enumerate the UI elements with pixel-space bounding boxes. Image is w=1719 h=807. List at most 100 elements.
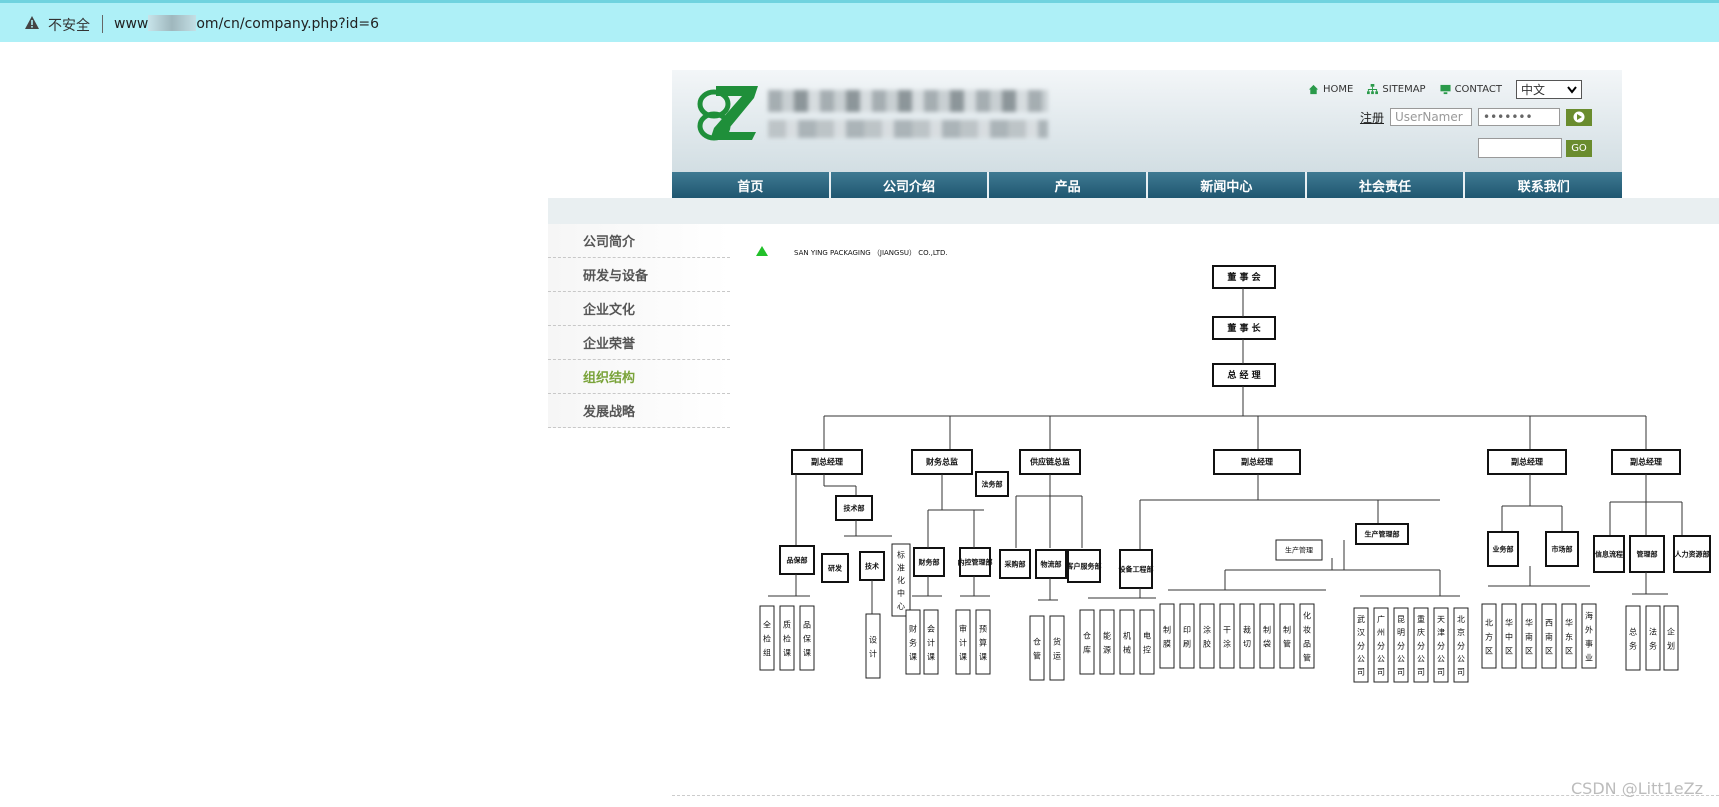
org-leaf-char: 裁 [1243, 625, 1251, 635]
org-leaf-char: 京 [1457, 627, 1465, 637]
org-leaf-char: 司 [1357, 668, 1365, 677]
org-box-label: 信息流程 [1595, 549, 1623, 558]
org-leaf-char: 组 [763, 648, 771, 658]
main-nav: 首页 公司介绍 产品 新闻中心 社会责任 联系我们 [672, 172, 1623, 198]
org-leaf-char: 区 [1545, 647, 1553, 656]
org-leaf-box [1663, 605, 1679, 671]
triangle-icon [756, 246, 768, 256]
org-leaf-char: 保 [803, 634, 811, 644]
org-leaf-char: 标 [897, 550, 905, 560]
org-leaf-char: 胶 [1203, 639, 1211, 649]
org-leaf-char: 课 [979, 653, 987, 662]
sidebar-item-profile[interactable]: 公司简介 [548, 224, 730, 258]
org-leaf-char: 武 [1357, 614, 1365, 624]
language-select[interactable]: 中文 [1516, 80, 1582, 99]
org-leaf-char: 业 [1585, 653, 1593, 663]
org-leaf-char: 品 [1303, 640, 1311, 649]
nav-contact[interactable]: 联系我们 [1465, 172, 1623, 198]
org-leaf-char: 公 [1457, 655, 1465, 664]
contact-link[interactable]: CONTACT [1440, 84, 1502, 95]
nav-home[interactable]: 首页 [672, 172, 831, 198]
org-leaf-char: 计 [927, 638, 935, 648]
content-band [548, 198, 1719, 224]
sitemap-icon [1367, 84, 1379, 95]
sidebar-item-strategy[interactable]: 发展战略 [548, 394, 730, 428]
org-leaf-char: 北 [1485, 619, 1493, 628]
org-box-label: 副总经理 [1630, 457, 1662, 467]
org-leaf-char: 华 [1565, 618, 1573, 628]
org-leaf-char: 切 [1243, 640, 1251, 649]
nav-products[interactable]: 产品 [989, 172, 1149, 198]
sidebar-item-structure[interactable]: 组织结构 [548, 360, 730, 394]
org-leaf-box [1139, 609, 1155, 675]
org-leaf-char: 仓 [1083, 631, 1091, 641]
org-leaf-box [1219, 603, 1235, 669]
org-leaf-char: 企 [1667, 627, 1675, 637]
home-link[interactable]: HOME [1308, 84, 1353, 95]
org-leaf-char: 天 [1437, 615, 1445, 624]
chart-title: SAN YING PACKAGING （JIANGSU） CO.,LTD. [794, 249, 948, 257]
org-leaf-char: 分 [1417, 641, 1425, 650]
org-leaf-char: 司 [1437, 668, 1445, 677]
nav-csr[interactable]: 社会责任 [1306, 172, 1466, 198]
org-box-label: 生产管理部 [1365, 529, 1400, 538]
org-leaf-char: 准 [897, 562, 905, 572]
company-logo[interactable] [696, 84, 760, 142]
sidebar-item-rnd[interactable]: 研发与设备 [548, 258, 730, 292]
org-leaf-char: 课 [959, 653, 967, 662]
org-leaf-char: 公 [1417, 655, 1425, 664]
login-button[interactable] [1566, 108, 1592, 126]
sidebar-item-honors[interactable]: 企业荣誉 [548, 326, 730, 360]
site-header: HOME SITEMAP CONTACT 中文 注册 UserNamer •••… [672, 70, 1622, 172]
org-leaf-char: 仓 [1033, 637, 1041, 647]
org-box-label: 法务部 [982, 479, 1003, 488]
sidebar-item-culture[interactable]: 企业文化 [548, 292, 730, 326]
org-leaf-char: 制 [1283, 625, 1291, 635]
org-leaf-char: 管 [1303, 653, 1311, 663]
org-leaf-char: 制 [1263, 625, 1271, 635]
sitemap-link[interactable]: SITEMAP [1367, 84, 1426, 95]
search-input[interactable] [1478, 138, 1562, 158]
org-leaf-char: 分 [1457, 641, 1465, 650]
org-box-label: 物流部 [1041, 559, 1062, 568]
org-leaf-char: 中 [1505, 632, 1513, 642]
org-box-label: 研发 [828, 563, 843, 572]
org-leaf-char: 华 [1525, 618, 1533, 628]
org-leaf-char: 南 [1545, 632, 1553, 642]
org-leaf-char: 涂 [1203, 625, 1211, 635]
org-leaf-char: 法 [1649, 627, 1657, 637]
org-leaf-box [1239, 603, 1255, 669]
username-input[interactable]: UserNamer [1390, 108, 1472, 126]
org-leaf-char: 课 [927, 653, 935, 662]
search-go-button[interactable]: GO [1566, 139, 1592, 157]
nav-news[interactable]: 新闻中心 [1148, 172, 1307, 198]
arrow-right-icon [1573, 111, 1585, 123]
url-text[interactable]: www om/cn/company.php?id=6 [114, 15, 379, 32]
org-leaf-box [865, 613, 881, 679]
org-leaf-char: 分 [1357, 641, 1365, 650]
org-leaf-box [1049, 615, 1065, 681]
org-leaf-char: 汉 [1357, 628, 1365, 637]
org-leaf-box [1079, 609, 1095, 675]
org-box-label: 市场部 [1552, 544, 1573, 553]
org-leaf-char: 津 [1437, 627, 1445, 637]
org-box-label: 业务部 [1493, 544, 1514, 553]
blurred-company-name-en [768, 120, 1048, 138]
address-field[interactable]: 不安全 www om/cn/company.php?id=6 [10, 10, 1710, 38]
org-leaf-box [1279, 603, 1295, 669]
org-leaf-char: 中 [897, 588, 905, 598]
org-box-label: 财务部 [918, 557, 940, 566]
org-leaf-char: 算 [979, 638, 987, 648]
org-leaf-box [1159, 603, 1175, 669]
password-input[interactable]: ••••••• [1478, 108, 1560, 126]
org-box-label: 供应链总监 [1029, 457, 1070, 467]
blurred-company-name [768, 90, 1048, 112]
org-leaf-char: 事 [1585, 639, 1593, 649]
org-chart: SAN YING PACKAGING （JIANGSU） CO.,LTD. 董 事… [756, 246, 1711, 683]
org-box-label: 总 经 理 [1227, 369, 1260, 381]
register-link[interactable]: 注册 [1360, 109, 1384, 126]
nav-about[interactable]: 公司介绍 [830, 172, 990, 198]
divider [102, 15, 103, 33]
sidebar: 公司简介 研发与设备 企业文化 企业荣誉 组织结构 发展战略 [548, 224, 730, 428]
org-leaf-char: 质 [783, 620, 791, 630]
